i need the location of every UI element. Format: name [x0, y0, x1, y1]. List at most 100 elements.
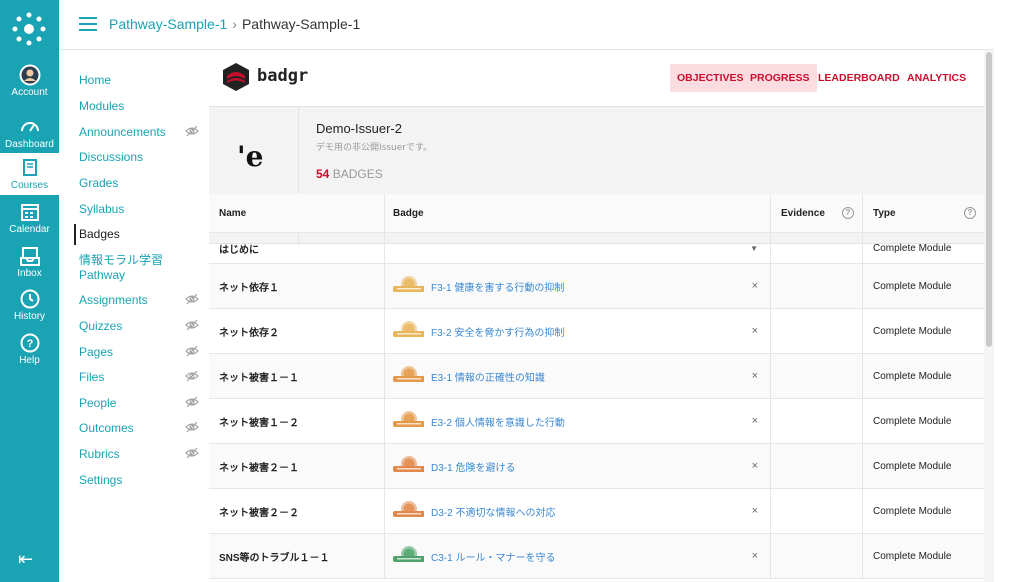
row-badge-cell[interactable]: F3-2 安全を脅かす行為の抑制 ×	[385, 309, 771, 353]
course-nav-item[interactable]: Quizzes	[79, 319, 199, 334]
row-evidence[interactable]	[771, 489, 863, 533]
row-evidence[interactable]	[771, 444, 863, 488]
course-nav-item[interactable]: Files	[79, 370, 199, 385]
global-nav-label: Courses	[10, 180, 49, 191]
inbox-icon	[19, 247, 40, 266]
course-nav-item[interactable]: Outcomes	[79, 421, 199, 436]
course-nav-item[interactable]: Discussions	[79, 150, 189, 165]
course-nav-item[interactable]: Assignments	[79, 293, 199, 308]
course-nav-item[interactable]: Modules	[79, 99, 189, 114]
course-nav-label: Discussions	[79, 150, 144, 164]
row-badge-cell[interactable]: D3-2 不適切な情報への対応 ×	[385, 489, 771, 533]
course-nav-item[interactable]: Grades	[79, 176, 189, 191]
global-nav-account[interactable]: Account	[0, 64, 59, 106]
badge-count-number: 54	[316, 167, 330, 181]
row-evidence[interactable]	[771, 309, 863, 353]
table-row: ネット依存２ F3-2 安全を脅かす行為の抑制 × Complete Module	[209, 309, 984, 354]
tab-analytics[interactable]: ANALYTICS	[900, 64, 973, 92]
badge-link[interactable]: C3-1 ルール・マナーを守る	[431, 549, 555, 564]
breadcrumb: Pathway-Sample-1 › Pathway-Sample-1	[109, 16, 360, 32]
remove-badge-icon[interactable]: ×	[752, 505, 758, 517]
global-nav-calendar[interactable]: Calendar	[0, 201, 59, 237]
tab-objectives[interactable]: OBJECTIVES	[670, 64, 751, 92]
course-nav-item[interactable]: Syllabus	[79, 202, 189, 217]
row-badge-cell[interactable]: E3-1 情報の正確性の知識 ×	[385, 354, 771, 398]
global-nav-help[interactable]: ? Help	[0, 332, 59, 368]
issuer-logo: 'e	[237, 140, 264, 173]
badge-link[interactable]: D3-1 危険を避ける	[431, 459, 515, 474]
global-nav-courses[interactable]: Courses	[0, 153, 59, 195]
course-nav-item[interactable]: People	[79, 396, 199, 411]
global-nav-dashboard[interactable]: Dashboard	[0, 116, 59, 152]
evidence-help-icon[interactable]: ?	[842, 207, 854, 219]
row-evidence[interactable]	[771, 399, 863, 443]
breadcrumb-course-link[interactable]: Pathway-Sample-1	[109, 16, 227, 32]
course-nav-item[interactable]: Pages	[79, 345, 199, 360]
dashboard-icon	[20, 122, 39, 132]
global-nav-inbox[interactable]: Inbox	[0, 245, 59, 281]
course-nav-label: Assignments	[79, 293, 148, 307]
collapse-nav-icon[interactable]: ⇤	[18, 549, 33, 570]
global-nav: Account Dashboard Courses Calendar Inbox…	[0, 0, 59, 582]
course-nav-item[interactable]: Announcements	[79, 125, 199, 140]
remove-badge-icon[interactable]: ×	[752, 415, 758, 427]
row-badge-cell[interactable]: D3-1 危険を避ける ×	[385, 444, 771, 488]
remove-badge-icon[interactable]: ×	[752, 550, 758, 562]
table-row: SNS等のトラブル１－１ C3-1 ルール・マナーを守る × Complete Mod…	[209, 534, 984, 579]
tab-leaderboard[interactable]: LEADERBOARD	[811, 64, 907, 92]
type-help-icon[interactable]: ?	[964, 207, 976, 219]
course-nav-label: Settings	[79, 473, 123, 487]
hamburger-menu-icon[interactable]	[79, 17, 97, 31]
badge-link[interactable]: F3-2 安全を脅かす行為の抑制	[431, 324, 564, 339]
course-nav-label: Quizzes	[79, 319, 123, 333]
course-nav-item[interactable]: Badges	[74, 224, 189, 245]
canvas-logo-icon[interactable]	[12, 12, 46, 46]
global-nav-label: Inbox	[17, 268, 42, 279]
remove-badge-icon[interactable]: ×	[752, 370, 758, 382]
global-nav-label: Help	[19, 355, 40, 366]
badge-count-label: BADGES	[332, 167, 383, 181]
course-nav-item[interactable]: 情報モラル学習 Pathway	[79, 253, 189, 283]
row-badge-cell[interactable]: F3-1 健康を害する行動の抑制 ×	[385, 264, 771, 308]
header-evidence-label: Evidence	[781, 207, 825, 219]
breadcrumb-separator-icon: ›	[232, 16, 237, 32]
badge-link[interactable]: D3-2 不適切な情報への対応	[431, 504, 555, 519]
row-badge-cell[interactable]: E3-2 個人情報を意識した行動 ×	[385, 399, 771, 443]
row-badge-cell[interactable]: ▼	[385, 233, 771, 263]
scrollbar-thumb[interactable]	[986, 52, 992, 347]
global-nav-history[interactable]: History	[0, 288, 59, 324]
header-type: Type ?	[863, 194, 984, 232]
badge-link[interactable]: F3-1 健康を害する行動の抑制	[431, 279, 564, 294]
row-evidence[interactable]	[771, 534, 863, 578]
course-nav-label: Grades	[79, 176, 119, 190]
row-evidence[interactable]	[771, 233, 863, 263]
row-badge-cell[interactable]: C3-1 ルール・マナーを守る ×	[385, 534, 771, 578]
row-name: ネット依存１	[209, 264, 385, 308]
global-nav-label: Calendar	[9, 224, 50, 235]
remove-badge-icon[interactable]: ×	[752, 460, 758, 472]
remove-badge-icon[interactable]: ×	[752, 280, 758, 292]
badge-link[interactable]: E3-2 個人情報を意識した行動	[431, 414, 565, 429]
issuer-name: Demo-Issuer-2	[316, 121, 402, 136]
courses-icon	[22, 159, 37, 176]
course-nav-item[interactable]: Settings	[79, 473, 189, 488]
badge-image-icon	[393, 366, 424, 382]
course-nav-item[interactable]: Rubrics	[79, 447, 199, 462]
row-evidence[interactable]	[771, 264, 863, 308]
badge-link[interactable]: E3-1 情報の正確性の知識	[431, 369, 545, 384]
remove-badge-icon[interactable]: ×	[752, 325, 758, 337]
badge-select-chevron-down-icon[interactable]: ▼	[750, 244, 758, 253]
breadcrumb-current: Pathway-Sample-1	[241, 16, 361, 32]
row-type: Complete Module	[873, 370, 952, 382]
header-type-label: Type	[873, 207, 896, 219]
badgr-logo-icon	[223, 63, 249, 91]
course-nav-item[interactable]: Home	[79, 73, 189, 88]
page-header: Pathway-Sample-1 › Pathway-Sample-1	[59, 0, 994, 50]
table-row: ネット被害２－１ D3-1 危険を避ける × Complete Module	[209, 444, 984, 489]
course-nav-label: Syllabus	[79, 202, 125, 216]
row-evidence[interactable]	[771, 354, 863, 398]
tab-progress[interactable]: PROGRESS	[743, 64, 817, 92]
badge-image-icon	[393, 501, 424, 517]
hidden-eye-icon	[185, 293, 199, 305]
table-row: ネット被害１－２ E3-2 個人情報を意識した行動 × Complete Module	[209, 399, 984, 444]
